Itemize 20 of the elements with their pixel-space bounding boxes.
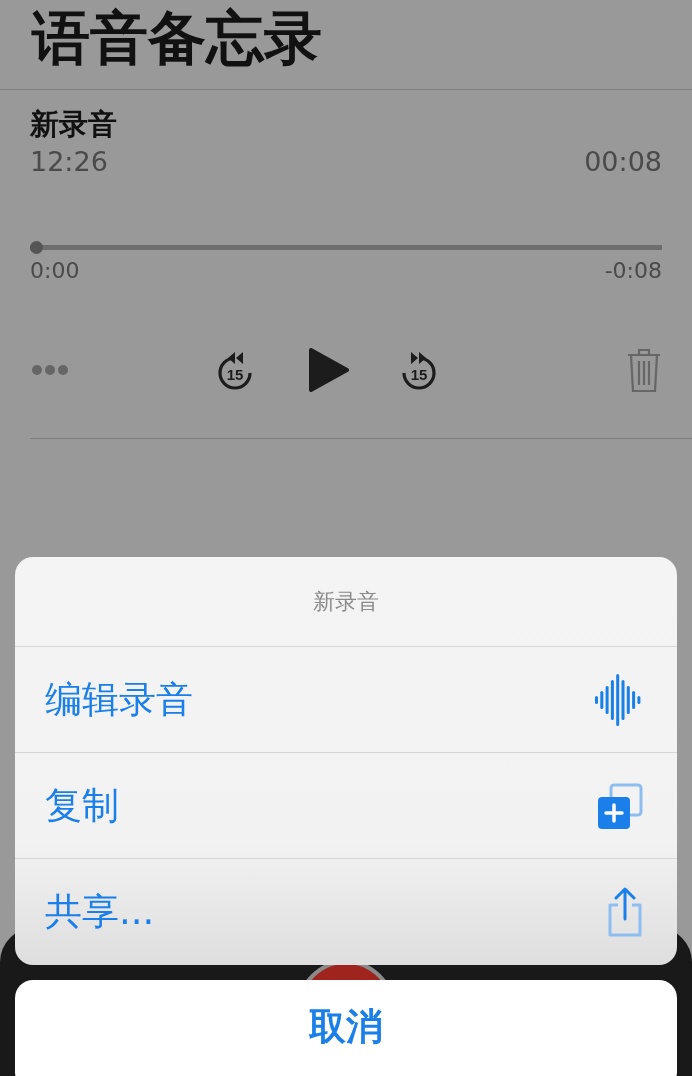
action-item[interactable]: 编辑录音 xyxy=(15,647,677,753)
recording-time: 12:26 xyxy=(30,145,108,179)
slider-thumb[interactable] xyxy=(30,241,43,254)
action-item[interactable]: 共享... xyxy=(15,859,677,965)
skip-forward-button[interactable]: 15 xyxy=(399,348,439,392)
elapsed-time: 0:00 xyxy=(30,257,80,285)
cancel-button[interactable]: 取消 xyxy=(15,980,677,1076)
action-item[interactable]: 复制 xyxy=(15,753,677,859)
recording-name: 新录音 xyxy=(30,106,118,143)
recording-duration: 00:08 xyxy=(584,145,662,179)
waveform-icon xyxy=(593,673,643,726)
sheet-title: 新录音 xyxy=(15,557,677,647)
skip-back-button[interactable]: 15 xyxy=(215,348,255,392)
remaining-time: -0:08 xyxy=(604,257,662,285)
delete-button[interactable] xyxy=(626,347,662,393)
share-icon xyxy=(607,887,643,937)
duplicate-icon xyxy=(597,782,643,829)
page-title: 语音备忘录 xyxy=(0,0,692,90)
more-button[interactable] xyxy=(30,364,70,376)
play-button[interactable] xyxy=(307,347,349,393)
